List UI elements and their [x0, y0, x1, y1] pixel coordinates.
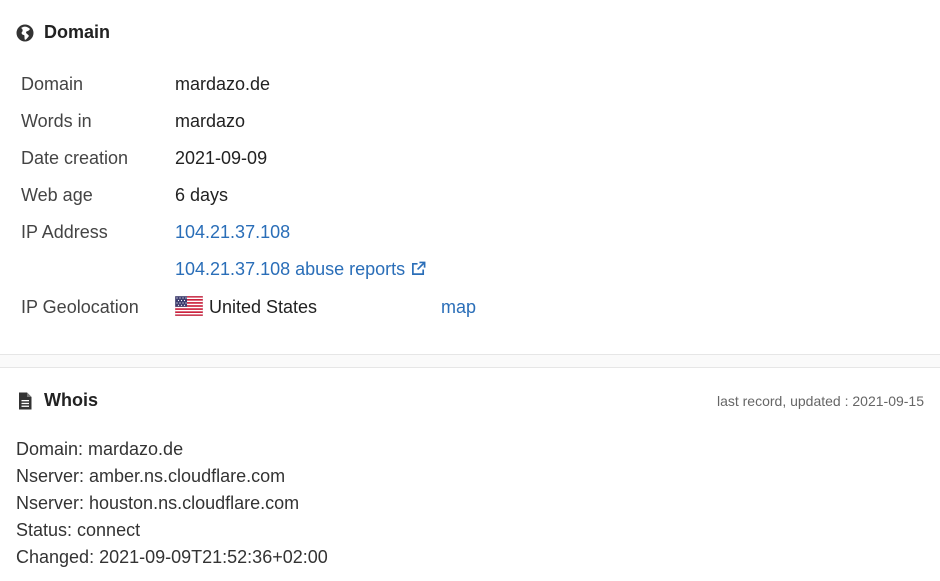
- whois-line: Status: connect: [16, 520, 141, 540]
- whois-updated-text: last record, updated : 2021-09-15: [716, 393, 924, 409]
- info-row-words: Words in mardazo: [21, 109, 921, 133]
- info-row-domain: Domain mardazo.de: [21, 72, 921, 96]
- whois-line: Nserver: houston.ns.cloudflare.com: [16, 493, 300, 513]
- globe-icon: [16, 24, 34, 41]
- whois-section-header: Whois: [16, 390, 98, 411]
- words-value: mardazo: [175, 111, 246, 131]
- web-age-value: 6 days: [175, 185, 229, 205]
- abuse-reports-label: 104.21.37.108 abuse reports: [175, 259, 406, 279]
- domain-label: Domain: [21, 74, 84, 94]
- info-row-date-creation: Date creation 2021-09-09: [21, 146, 921, 170]
- geolocation-value: United States: [175, 295, 317, 319]
- domain-section-header: Domain: [16, 22, 110, 43]
- ip-address-label: IP Address: [21, 222, 108, 242]
- whois-panel: Whois last record, updated : 2021-09-15 …: [0, 368, 940, 581]
- info-row-ip-address: IP Address 104.21.37.108: [21, 220, 921, 244]
- us-flag-icon: [175, 296, 203, 316]
- document-icon: [19, 392, 32, 409]
- section-divider: [0, 354, 940, 368]
- info-row-geolocation: IP Geolocation United States map: [21, 295, 921, 319]
- ip-address-link[interactable]: 104.21.37.108: [175, 220, 290, 244]
- date-creation-value: 2021-09-09: [175, 148, 268, 168]
- domain-panel: Domain Domain mardazo.de Words in mardaz…: [0, 0, 940, 355]
- whois-record: Domain: mardazo.de Nserver: amber.ns.clo…: [16, 436, 328, 571]
- date-creation-label: Date creation: [21, 148, 129, 168]
- whois-line: Domain: mardazo.de: [16, 439, 184, 459]
- geolocation-label: IP Geolocation: [21, 297, 139, 317]
- info-row-abuse: 104.21.37.108 abuse reports: [21, 257, 921, 281]
- info-row-web-age: Web age 6 days: [21, 183, 921, 207]
- domain-section-title: Domain: [44, 22, 111, 42]
- map-link[interactable]: map: [441, 295, 476, 319]
- country-name: United States: [209, 297, 318, 317]
- words-label: Words in: [21, 111, 92, 131]
- whois-line: Changed: 2021-09-09T21:52:36+02:00: [16, 547, 328, 567]
- abuse-reports-link[interactable]: 104.21.37.108 abuse reports: [175, 257, 426, 281]
- whois-section-title: Whois: [44, 390, 98, 410]
- external-link-icon: [412, 261, 426, 275]
- domain-value: mardazo.de: [175, 74, 271, 94]
- web-age-label: Web age: [21, 185, 93, 205]
- whois-line: Nserver: amber.ns.cloudflare.com: [16, 466, 286, 486]
